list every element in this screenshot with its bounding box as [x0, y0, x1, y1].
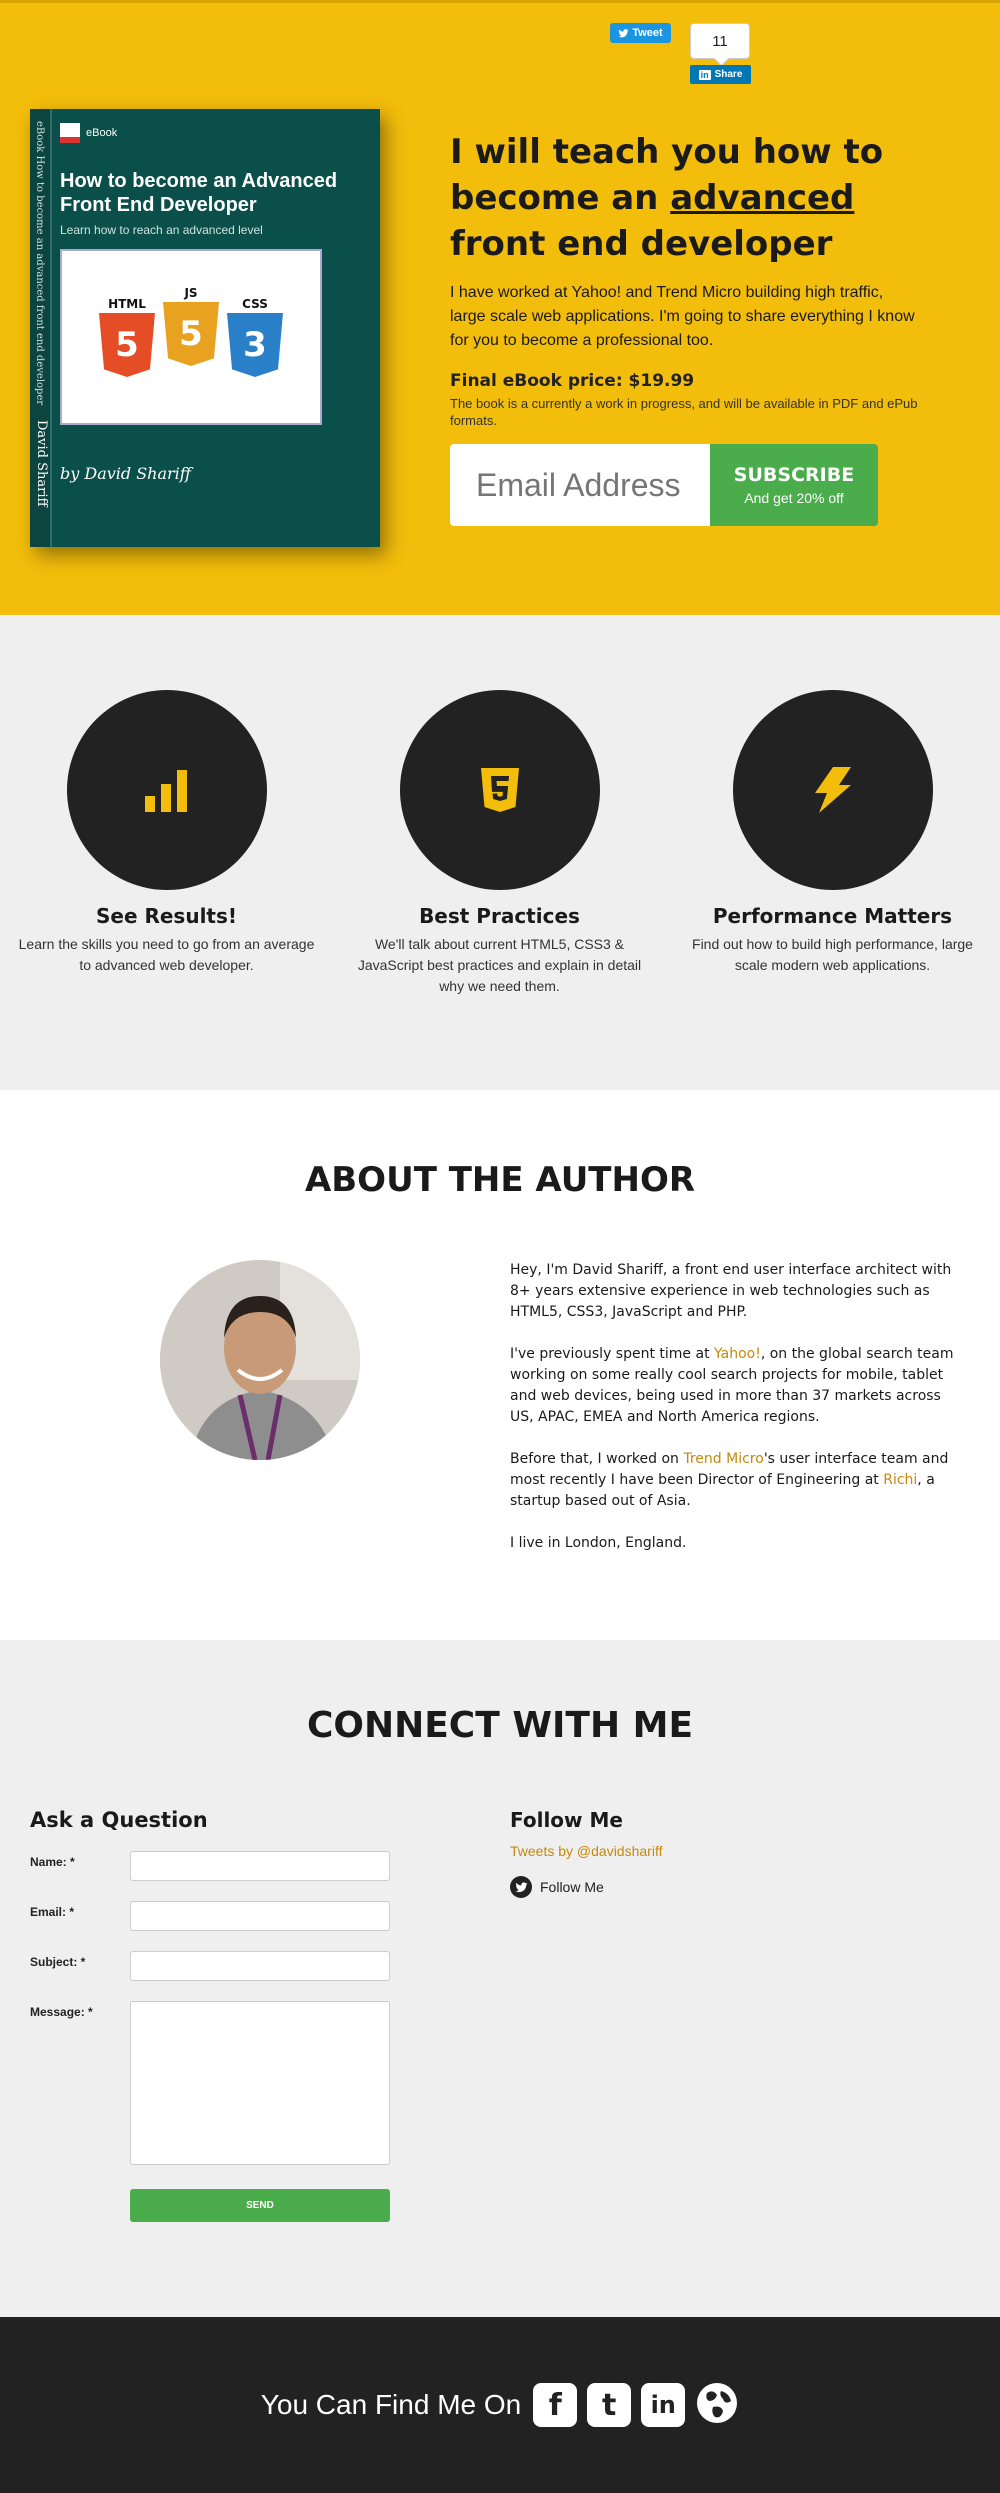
linkedin-share-count: 11	[690, 23, 750, 59]
about-section: ABOUT THE AUTHOR Hey, I'm David Shariff,…	[0, 1090, 1000, 1640]
subscribe-form: SUBSCRIBE And get 20% off	[450, 444, 878, 526]
css3-badge: CSS 3	[227, 297, 283, 377]
hero-section: Tweet 11 in Share eBook How to become an…	[0, 0, 1000, 615]
linkedin-share-button[interactable]: in Share	[690, 65, 751, 84]
html5-shield-icon: 5	[99, 313, 155, 377]
about-heading: ABOUT THE AUTHOR	[304, 1160, 696, 1200]
feature-title: Best Practices	[419, 904, 580, 928]
about-paragraph: I've previously spent time at Yahoo!, on…	[510, 1344, 965, 1428]
ebook-logo: eBook	[60, 123, 117, 143]
tumblr-icon[interactable]: t	[587, 2383, 632, 2427]
book-author: by David Shariff	[60, 464, 192, 483]
feature-icon-circle	[732, 690, 933, 890]
bar-chart-icon	[144, 770, 187, 812]
html5-badge: HTML 5	[99, 297, 155, 377]
tweet-button[interactable]: Tweet	[610, 23, 671, 43]
linkedin-icon: in	[698, 69, 711, 80]
hero-description: I have worked at Yahoo! and Trend Micro …	[450, 284, 915, 349]
feature-best-practices: Best Practices We'll talk about current …	[333, 690, 666, 1090]
ebook-logo-icon	[60, 123, 80, 143]
feature-title: Performance Matters	[712, 904, 953, 928]
lightning-icon	[814, 767, 851, 813]
feature-text: Learn the skills you need to go from an …	[18, 936, 315, 973]
js-badge: JS 5	[163, 286, 219, 366]
hero-title-post: front end developer	[450, 224, 833, 264]
name-row: Name: *	[30, 1851, 390, 1881]
tweet-label: Tweet	[632, 27, 663, 39]
send-button[interactable]: SEND	[130, 2189, 390, 2222]
subject-field[interactable]	[130, 1951, 390, 1981]
book-subtitle: Learn how to reach an advanced level	[60, 223, 263, 237]
feature-icon-circle	[66, 690, 267, 890]
css3-shield-icon: 3	[227, 313, 283, 377]
footer-text: You Can Find Me On	[260, 2389, 522, 2420]
connect-section: CONNECT WITH ME Ask a Question Name: * E…	[0, 1640, 1000, 2317]
email-input[interactable]	[450, 444, 710, 526]
subscribe-discount: And get 20% off	[744, 490, 844, 506]
email-field[interactable]	[130, 1901, 390, 1931]
author-photo	[160, 1260, 360, 1460]
linkedin-icon[interactable]: in	[641, 2383, 686, 2427]
trend-micro-link[interactable]: Trend Micro	[683, 1451, 763, 1467]
twitter-bird-icon	[618, 28, 629, 37]
feature-icon-circle	[399, 690, 600, 890]
tweets-by-link[interactable]: Tweets by @davidshariff	[510, 1843, 662, 1859]
features-section: See Results! Learn the skills you need t…	[0, 615, 1000, 1090]
feature-see-results: See Results! Learn the skills you need t…	[0, 690, 333, 1090]
footer: You Can Find Me On f t in	[0, 2317, 1000, 2493]
subject-label: Subject: *	[30, 1955, 86, 1969]
follow-me-title: Follow Me	[510, 1808, 623, 1832]
feature-text: We'll talk about current HTML5, CSS3 & J…	[357, 936, 642, 994]
message-field[interactable]	[130, 2001, 390, 2165]
name-label: Name: *	[30, 1855, 75, 1869]
feature-title: See Results!	[95, 904, 238, 928]
js-badge-label: JS	[184, 286, 198, 300]
book-spine-author: David Shariff	[34, 420, 49, 507]
linkedin-share-label: Share	[714, 69, 743, 80]
connect-heading: CONNECT WITH ME	[306, 1705, 694, 1746]
price-note: The book is a currently a work in progre…	[450, 396, 918, 428]
email-row: Email: *	[30, 1901, 390, 1931]
html5-icon	[480, 768, 519, 812]
author-avatar	[160, 1260, 360, 1460]
html5-badge-label: HTML	[108, 297, 146, 311]
follow-me-label: Follow Me	[540, 1879, 604, 1895]
book-cover-image: HTML 5 JS 5 CSS 3	[60, 249, 322, 425]
book-spine-text: eBook How to become an advanced front en…	[34, 121, 45, 406]
hero-title-emphasis: advanced	[670, 178, 855, 218]
about-paragraph: Hey, I'm David Shariff, a front end user…	[510, 1262, 952, 1320]
ebook-logo-label: eBook	[86, 127, 118, 139]
feature-text: Find out how to build high performance, …	[692, 936, 973, 973]
ebook-cover: eBook How to become an advanced front en…	[30, 109, 380, 547]
about-text: Before that, I worked on	[510, 1451, 684, 1467]
feature-performance: Performance Matters Find out how to buil…	[666, 690, 999, 1090]
subscribe-label: SUBSCRIBE	[733, 464, 855, 486]
ebook-price: Final eBook price: $19.99	[450, 371, 695, 391]
twitter-follow-button[interactable]: Follow Me	[510, 1876, 604, 1898]
about-paragraph: Before that, I worked on Trend Micro's u…	[510, 1449, 965, 1512]
twitter-bird-icon	[510, 1876, 532, 1898]
subscribe-button[interactable]: SUBSCRIBE And get 20% off	[710, 444, 878, 526]
js-shield-icon: 5	[163, 302, 219, 366]
book-spine: eBook How to become an advanced front en…	[30, 109, 52, 547]
hero-title: I will teach you how to become an advanc…	[450, 129, 920, 267]
message-row: Message: *	[30, 2001, 390, 2165]
name-field[interactable]	[130, 1851, 390, 1881]
book-title: How to become an Advanced Front End Deve…	[60, 170, 338, 216]
email-label: Email: *	[30, 1905, 75, 1919]
css3-badge-label: CSS	[242, 297, 268, 311]
yahoo-link[interactable]: Yahoo!	[714, 1346, 761, 1362]
richi-link[interactable]: Richi	[883, 1472, 917, 1488]
about-bio: Hey, I'm David Shariff, a front end user…	[510, 1260, 965, 1575]
about-paragraph: I live in London, England.	[510, 1535, 687, 1551]
globe-icon[interactable]	[695, 2381, 739, 2430]
hero-copy: I will teach you how to become an advanc…	[450, 129, 920, 429]
facebook-icon[interactable]: f	[533, 2383, 578, 2427]
message-label: Message: *	[30, 2005, 93, 2019]
subject-row: Subject: *	[30, 1951, 390, 1981]
ask-question-title: Ask a Question	[30, 1808, 208, 1832]
about-text: I've previously spent time at	[510, 1346, 715, 1362]
